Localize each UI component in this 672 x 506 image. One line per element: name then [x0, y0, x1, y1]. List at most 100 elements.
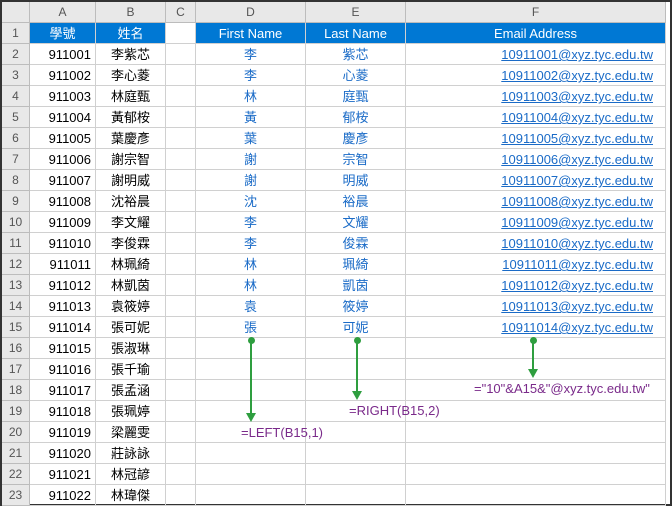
cell-f8[interactable]: 10911007@xyz.tyc.edu.tw [406, 170, 666, 191]
cell-c6[interactable] [166, 128, 196, 149]
cell-b7[interactable]: 謝宗智 [96, 149, 166, 170]
cell-d15[interactable]: 張 [196, 317, 306, 338]
cell-d21[interactable] [196, 443, 306, 464]
cell-b23[interactable]: 林瑋傑 [96, 485, 166, 506]
cell-b22[interactable]: 林冠諺 [96, 464, 166, 485]
cell-c16[interactable] [166, 338, 196, 359]
cell-d14[interactable]: 袁 [196, 296, 306, 317]
cell-f14[interactable]: 10911013@xyz.tyc.edu.tw [406, 296, 666, 317]
cell-d7[interactable]: 謝 [196, 149, 306, 170]
row-header-19[interactable]: 19 [2, 401, 30, 422]
cell-b10[interactable]: 李文耀 [96, 212, 166, 233]
cell-d4[interactable]: 林 [196, 86, 306, 107]
cell-d11[interactable]: 李 [196, 233, 306, 254]
cell-c13[interactable] [166, 275, 196, 296]
cell-d3[interactable]: 李 [196, 65, 306, 86]
cell-e3[interactable]: 心菱 [306, 65, 406, 86]
cell-b3[interactable]: 李心菱 [96, 65, 166, 86]
cell-f22[interactable] [406, 464, 666, 485]
cell-e12[interactable]: 珮綺 [306, 254, 406, 275]
cell-c2[interactable] [166, 44, 196, 65]
row-header-6[interactable]: 6 [2, 128, 30, 149]
row-header-7[interactable]: 7 [2, 149, 30, 170]
email-link[interactable]: 10911013@xyz.tyc.edu.tw [501, 299, 653, 314]
cell-f15[interactable]: 10911014@xyz.tyc.edu.tw [406, 317, 666, 338]
email-link[interactable]: 10911002@xyz.tyc.edu.tw [501, 68, 653, 83]
cell-e20[interactable] [306, 422, 406, 443]
cell-d6[interactable]: 葉 [196, 128, 306, 149]
cell-a17[interactable]: 911016 [30, 359, 96, 380]
cell-f23[interactable] [406, 485, 666, 506]
cell-e23[interactable] [306, 485, 406, 506]
row-header-5[interactable]: 5 [2, 107, 30, 128]
cell-c14[interactable] [166, 296, 196, 317]
cell-b1-header[interactable]: 姓名 [96, 23, 166, 44]
cell-e21[interactable] [306, 443, 406, 464]
cell-a1-header[interactable]: 學號 [30, 23, 96, 44]
email-link[interactable]: 10911014@xyz.tyc.edu.tw [501, 320, 653, 335]
row-header-23[interactable]: 23 [2, 485, 30, 506]
cell-d1-header[interactable]: First Name [196, 23, 306, 44]
cell-d23[interactable] [196, 485, 306, 506]
row-header-15[interactable]: 15 [2, 317, 30, 338]
column-header-a[interactable]: A [30, 2, 96, 23]
cell-f21[interactable] [406, 443, 666, 464]
cell-b8[interactable]: 謝明威 [96, 170, 166, 191]
cell-a7[interactable]: 911006 [30, 149, 96, 170]
row-header-21[interactable]: 21 [2, 443, 30, 464]
column-header-b[interactable]: B [96, 2, 166, 23]
cell-c20[interactable] [166, 422, 196, 443]
cell-d9[interactable]: 沈 [196, 191, 306, 212]
column-header-e[interactable]: E [306, 2, 406, 23]
cell-b20[interactable]: 梁麗雯 [96, 422, 166, 443]
cell-b12[interactable]: 林珮綺 [96, 254, 166, 275]
cell-c5[interactable] [166, 107, 196, 128]
cell-f11[interactable]: 10911010@xyz.tyc.edu.tw [406, 233, 666, 254]
cell-c22[interactable] [166, 464, 196, 485]
cell-c8[interactable] [166, 170, 196, 191]
cell-a9[interactable]: 911008 [30, 191, 96, 212]
cell-a13[interactable]: 911012 [30, 275, 96, 296]
cell-c15[interactable] [166, 317, 196, 338]
cell-d5[interactable]: 黃 [196, 107, 306, 128]
cell-f4[interactable]: 10911003@xyz.tyc.edu.tw [406, 86, 666, 107]
email-link[interactable]: 10911010@xyz.tyc.edu.tw [501, 236, 653, 251]
cell-c19[interactable] [166, 401, 196, 422]
cell-b6[interactable]: 葉慶彥 [96, 128, 166, 149]
cell-e5[interactable]: 郁桉 [306, 107, 406, 128]
cell-a12[interactable]: 911011 [30, 254, 96, 275]
cell-f10[interactable]: 10911009@xyz.tyc.edu.tw [406, 212, 666, 233]
email-link[interactable]: 10911005@xyz.tyc.edu.tw [501, 131, 653, 146]
cell-c1[interactable] [166, 23, 196, 44]
cell-a15[interactable]: 911014 [30, 317, 96, 338]
cell-a4[interactable]: 911003 [30, 86, 96, 107]
cell-e10[interactable]: 文耀 [306, 212, 406, 233]
cell-d13[interactable]: 林 [196, 275, 306, 296]
cell-d10[interactable]: 李 [196, 212, 306, 233]
cell-a3[interactable]: 911002 [30, 65, 96, 86]
row-header-8[interactable]: 8 [2, 170, 30, 191]
email-link[interactable]: 10911012@xyz.tyc.edu.tw [501, 278, 653, 293]
row-header-1[interactable]: 1 [2, 23, 30, 44]
cell-b21[interactable]: 莊詠詠 [96, 443, 166, 464]
cell-b9[interactable]: 沈裕晨 [96, 191, 166, 212]
cell-c12[interactable] [166, 254, 196, 275]
cell-e14[interactable]: 筱婷 [306, 296, 406, 317]
cell-f7[interactable]: 10911006@xyz.tyc.edu.tw [406, 149, 666, 170]
cell-f9[interactable]: 10911008@xyz.tyc.edu.tw [406, 191, 666, 212]
cell-a23[interactable]: 911022 [30, 485, 96, 506]
row-header-12[interactable]: 12 [2, 254, 30, 275]
cell-e22[interactable] [306, 464, 406, 485]
email-link[interactable]: 10911004@xyz.tyc.edu.tw [501, 110, 653, 125]
cell-a8[interactable]: 911007 [30, 170, 96, 191]
cell-e6[interactable]: 慶彥 [306, 128, 406, 149]
cell-b11[interactable]: 李俊霖 [96, 233, 166, 254]
cell-c23[interactable] [166, 485, 196, 506]
row-header-9[interactable]: 9 [2, 191, 30, 212]
cell-a6[interactable]: 911005 [30, 128, 96, 149]
row-header-11[interactable]: 11 [2, 233, 30, 254]
row-header-18[interactable]: 18 [2, 380, 30, 401]
cell-c18[interactable] [166, 380, 196, 401]
cell-a20[interactable]: 911019 [30, 422, 96, 443]
column-header-c[interactable]: C [166, 2, 196, 23]
